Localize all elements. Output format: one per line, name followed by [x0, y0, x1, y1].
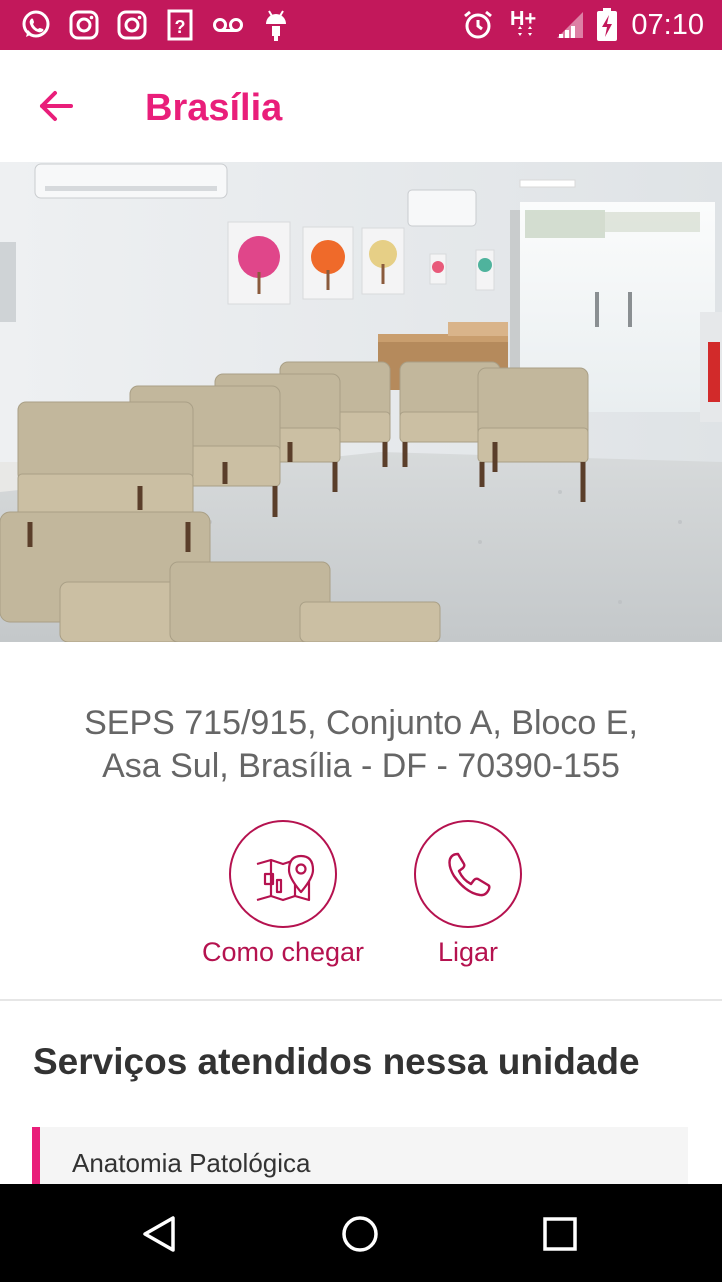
address-line-2: Asa Sul, Brasília - DF - 70390-155: [102, 747, 620, 785]
directions-button[interactable]: Como chegar: [183, 820, 383, 970]
back-button[interactable]: [28, 78, 84, 134]
whatsapp-icon: [18, 7, 54, 43]
instagram-icon: [66, 7, 102, 43]
call-label: Ligar: [437, 937, 499, 967]
status-bar: ? H+ 07:10: [0, 0, 722, 50]
map-pin-icon: [256, 854, 315, 902]
android-debug-icon: [258, 7, 294, 43]
network-h-plus-icon: H+: [508, 7, 548, 43]
nav-back-button[interactable]: [134, 1208, 186, 1260]
alarm-icon: [460, 7, 496, 43]
app-bar: Brasília: [0, 50, 722, 162]
call-circle: [414, 820, 522, 928]
call-button[interactable]: Ligar: [368, 820, 568, 970]
nav-home-button[interactable]: [334, 1208, 386, 1260]
page-title: Brasília: [145, 87, 283, 129]
unknown-notification-icon: ?: [162, 7, 198, 43]
back-triangle-icon: [143, 1216, 175, 1252]
home-circle-icon: [342, 1216, 378, 1252]
service-item[interactable]: Anatomia Patológica: [32, 1127, 688, 1187]
address-line-1: SEPS 715/915, Conjunto A, Bloco E,: [84, 704, 638, 742]
nav-recents-button[interactable]: [534, 1208, 586, 1260]
instagram-icon: [114, 7, 150, 43]
phone-icon: [448, 852, 491, 897]
recents-square-icon: [543, 1217, 577, 1251]
navigation-bar: [0, 1184, 722, 1282]
svg-text:?: ?: [175, 17, 186, 37]
services-title: Serviços atendidos nessa unidade: [33, 1041, 640, 1082]
directions-circle: [229, 820, 337, 928]
signal-icon: [552, 7, 588, 43]
unit-photo: [0, 162, 722, 642]
status-time: 07:10: [631, 9, 704, 41]
unit-address: SEPS 715/915, Conjunto A, Bloco E, Asa S…: [0, 702, 722, 788]
service-label: Anatomia Patológica: [72, 1148, 311, 1178]
directions-label: Como chegar: [201, 937, 365, 967]
battery-charging-icon: [592, 7, 622, 43]
section-divider: [0, 999, 722, 1001]
voicemail-icon: [210, 7, 246, 43]
network-label: H+: [510, 8, 536, 30]
arrow-left-icon: [40, 91, 73, 121]
